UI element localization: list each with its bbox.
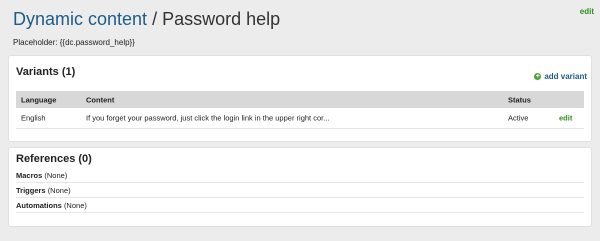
column-header-status: Status xyxy=(508,95,531,104)
references-panel: References (0) Macros (None) Triggers (N… xyxy=(8,147,592,227)
references-list: Macros (None) Triggers (None) Automation… xyxy=(16,168,584,213)
add-variant-label: add variant xyxy=(544,72,587,81)
breadcrumb-separator: / xyxy=(152,9,158,29)
variants-title: Variants (1) xyxy=(16,66,76,78)
variant-language: English xyxy=(21,113,46,123)
breadcrumb-dynamic-content[interactable]: Dynamic content xyxy=(13,9,147,29)
variant-status: Active xyxy=(508,113,529,123)
list-item: Triggers (None) xyxy=(16,183,584,198)
variant-edit-link[interactable]: edit xyxy=(559,114,572,123)
list-item: Automations (None) xyxy=(16,198,584,213)
variants-table: Language Content Status English If you f… xyxy=(16,91,584,129)
column-header-content: Content xyxy=(86,95,115,104)
variants-table-header: Language Content Status xyxy=(16,91,584,108)
reference-value: (None) xyxy=(63,201,87,210)
reference-name: Macros xyxy=(16,171,43,180)
column-header-language: Language xyxy=(21,95,57,104)
page-header: Dynamic content / Password help Placehol… xyxy=(13,7,590,47)
references-title: References (0) xyxy=(16,153,92,165)
plus-circle-icon: + xyxy=(534,73,542,80)
add-variant-button[interactable]: + add variant xyxy=(534,72,587,81)
variants-panel: Variants (1) + add variant Language Cont… xyxy=(8,55,592,142)
page-title: Dynamic content / Password help xyxy=(13,7,590,31)
list-item: Macros (None) xyxy=(16,168,584,183)
page-title-text: Password help xyxy=(162,9,281,29)
reference-name: Triggers xyxy=(16,186,46,195)
reference-name: Automations xyxy=(16,201,62,210)
reference-value: (None) xyxy=(47,186,71,195)
variant-content: If you forget your password, just click … xyxy=(86,113,330,123)
placeholder-label: Placeholder: xyxy=(13,38,58,47)
edit-page-link[interactable]: edit xyxy=(580,7,594,16)
placeholder-line: Placeholder: {{dc.password_help}} xyxy=(13,38,590,47)
reference-value: (None) xyxy=(44,171,68,180)
placeholder-value: {{dc.password_help}} xyxy=(59,38,135,47)
table-row: English If you forget your password, jus… xyxy=(16,108,584,129)
